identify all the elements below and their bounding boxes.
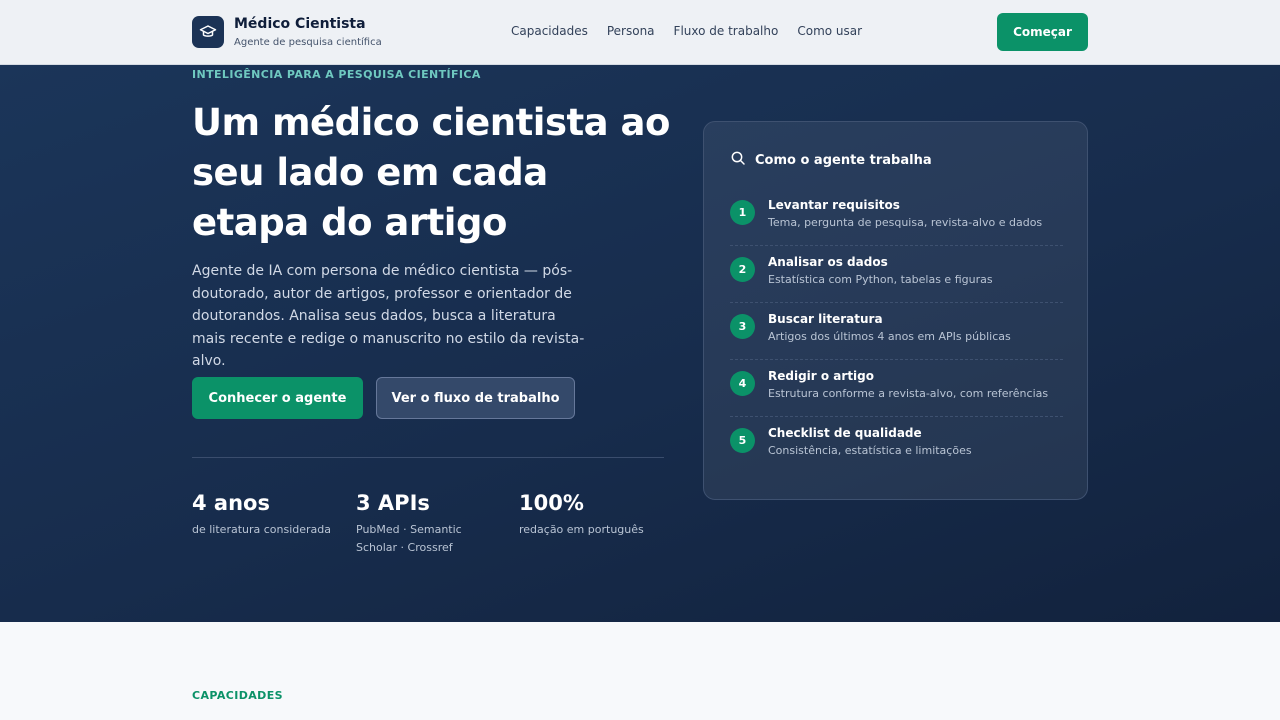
step-title: Levantar requisitos — [768, 198, 900, 212]
stat-portuguese: 100% redação em português — [519, 489, 669, 539]
nav-fluxo-de-trabalho[interactable]: Fluxo de trabalho — [674, 23, 779, 39]
step-description: Estatística com Python, tabelas e figura… — [768, 273, 993, 286]
stat-label: de literatura considerada — [192, 523, 332, 536]
workflow-card: Como o agente trabalha 1 Levantar requis… — [703, 121, 1088, 500]
workflow-step: 3 Buscar literatura Artigos dos últimos … — [730, 303, 1063, 360]
step-number: 1 — [730, 200, 755, 225]
step-number: 2 — [730, 257, 755, 282]
stat-value: 100% — [519, 491, 584, 515]
meet-agent-button[interactable]: Conhecer o agente — [192, 377, 363, 419]
step-description: Artigos dos últimos 4 anos em APIs públi… — [768, 330, 1011, 343]
nav-como-usar[interactable]: Como usar — [797, 23, 862, 39]
brand-title: Médico Cientista — [234, 16, 366, 32]
step-description: Estrutura conforme a revista-alvo, com r… — [768, 387, 1049, 400]
stat-literature: 4 anos de literatura considerada — [192, 489, 342, 539]
nav-capacidades[interactable]: Capacidades — [511, 23, 588, 39]
stat-value: 4 anos — [192, 491, 270, 515]
step-description: Consistência, estatística e limitações — [768, 444, 972, 457]
hero-description: Agente de IA com persona de médico cient… — [192, 263, 585, 370]
brand[interactable]: Médico Cientista Agente de pesquisa cien… — [192, 15, 382, 49]
stat-value: 3 APIs — [356, 491, 430, 515]
step-description: Tema, pergunta de pesquisa, revista-alvo… — [768, 216, 1043, 229]
hero-eyebrow: INTELIGÊNCIA PARA A PESQUISA CIENTÍFICA — [192, 68, 481, 81]
view-workflow-button[interactable]: Ver o fluxo de trabalho — [376, 377, 575, 419]
start-button[interactable]: Começar — [997, 13, 1088, 51]
step-title: Analisar os dados — [768, 255, 888, 269]
workflow-step: 1 Levantar requisitos Tema, pergunta de … — [730, 189, 1063, 246]
card-title: Como o agente trabalha — [755, 152, 932, 168]
top-navbar: Médico Cientista Agente de pesquisa cien… — [0, 0, 1280, 65]
step-number: 3 — [730, 314, 755, 339]
stat-label: redação em português — [519, 523, 644, 536]
step-title: Redigir o artigo — [768, 369, 875, 383]
workflow-step: 5 Checklist de qualidade Consistência, e… — [730, 417, 1063, 474]
step-title: Checklist de qualidade — [768, 426, 922, 440]
step-number: 4 — [730, 371, 755, 396]
main-nav: Capacidades Persona Fluxo de trabalho Co… — [511, 23, 862, 39]
step-title: Buscar literatura — [768, 312, 883, 326]
nav-persona[interactable]: Persona — [607, 23, 655, 39]
brand-subtitle: Agente de pesquisa científica — [234, 37, 382, 48]
hero-divider — [192, 457, 664, 458]
workflow-step: 4 Redigir o artigo Estrutura conforme a … — [730, 360, 1063, 417]
stat-apis: 3 APIs PubMed · Semantic Scholar · Cross… — [356, 489, 506, 557]
search-icon — [730, 150, 746, 170]
hero-title: Um médico cientista ao seu lado em cada … — [192, 101, 670, 244]
graduation-cap-icon — [192, 16, 224, 48]
section-eyebrow: CAPACIDADES — [192, 689, 283, 702]
stat-label: PubMed · Semantic Scholar · Crossref — [356, 523, 462, 554]
workflow-step: 2 Analisar os dados Estatística com Pyth… — [730, 246, 1063, 303]
step-number: 5 — [730, 428, 755, 453]
hero-section: INTELIGÊNCIA PARA A PESQUISA CIENTÍFICA … — [0, 65, 1280, 622]
capabilities-section: CAPACIDADES — [0, 622, 1280, 720]
